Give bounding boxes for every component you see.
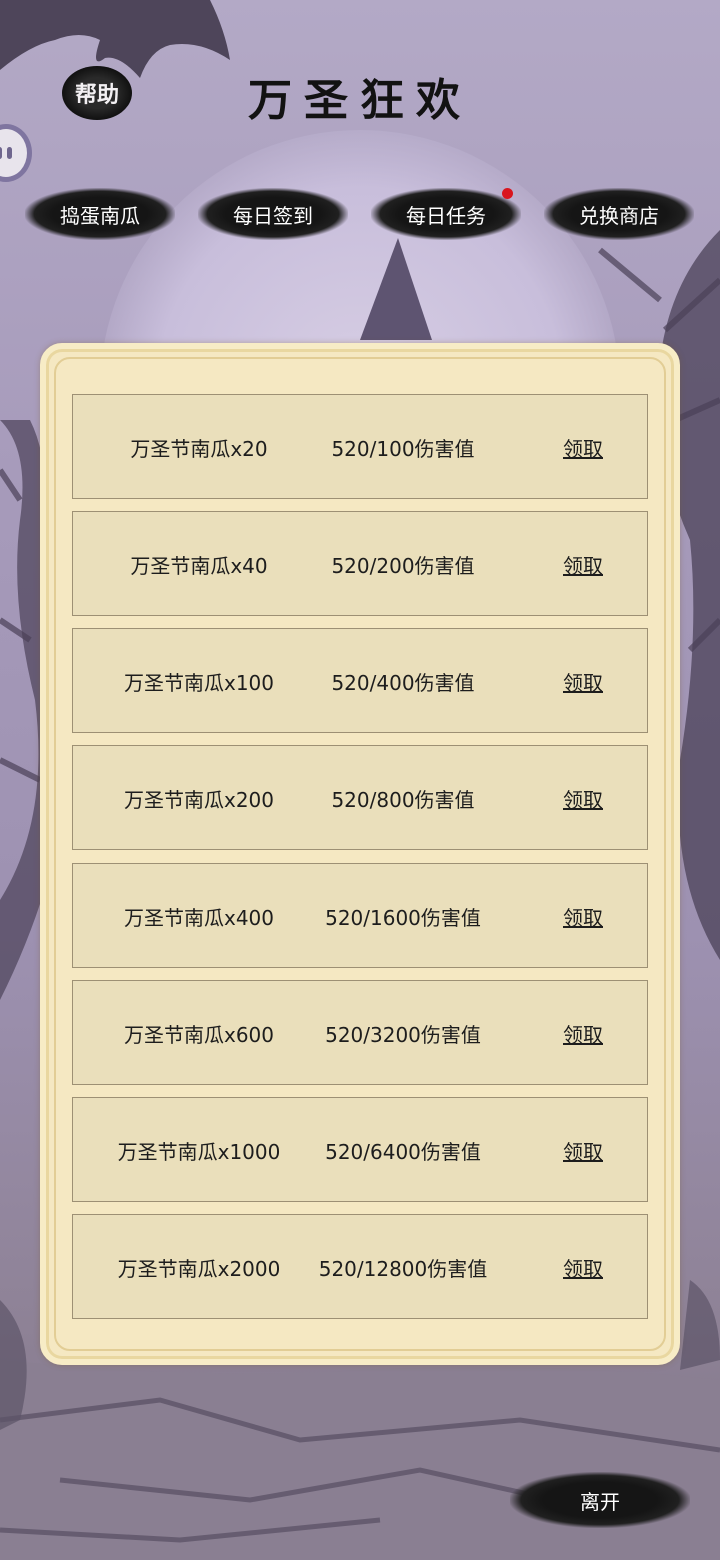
- claim-button[interactable]: 领取: [543, 395, 623, 500]
- claim-button[interactable]: 领取: [543, 1215, 623, 1320]
- reward-row: 万圣节南瓜x40 520/200伤害值 领取: [72, 511, 648, 616]
- notification-dot: [502, 188, 513, 199]
- reward-row: 万圣节南瓜x200 520/800伤害值 领取: [72, 745, 648, 850]
- reward-row: 万圣节南瓜x2000 520/12800伤害值 领取: [72, 1214, 648, 1319]
- claim-button[interactable]: 领取: [543, 864, 623, 969]
- assistant-eye-icon: [7, 147, 12, 159]
- reward-name: 万圣节南瓜x100: [123, 671, 274, 695]
- reward-name: 万圣节南瓜x200: [123, 788, 274, 812]
- reward-row: 万圣节南瓜x100 520/400伤害值 领取: [72, 628, 648, 733]
- tab-daily-tasks[interactable]: 每日任务: [371, 188, 521, 240]
- reward-row: 万圣节南瓜x1000 520/6400伤害值 领取: [72, 1097, 648, 1202]
- tab-pumpkin-prank[interactable]: 捣蛋南瓜: [25, 188, 175, 240]
- reward-name: 万圣节南瓜x1000: [117, 1140, 281, 1164]
- reward-progress: 520/400伤害值: [331, 671, 475, 695]
- reward-progress: 520/800伤害值: [331, 788, 475, 812]
- reward-name: 万圣节南瓜x600: [123, 1023, 274, 1047]
- reward-row: 万圣节南瓜x400 520/1600伤害值 领取: [72, 863, 648, 968]
- tab-daily-checkin[interactable]: 每日签到: [198, 188, 348, 240]
- tab-exchange-shop[interactable]: 兑换商店: [544, 188, 694, 240]
- leave-button[interactable]: 离开: [510, 1472, 690, 1528]
- claim-button[interactable]: 领取: [543, 512, 623, 617]
- reward-row: 万圣节南瓜x600 520/3200伤害值 领取: [72, 980, 648, 1085]
- claim-button[interactable]: 领取: [543, 1098, 623, 1203]
- cracked-ground: [0, 1360, 720, 1560]
- reward-progress: 520/100伤害值: [331, 437, 475, 461]
- reward-progress: 520/6400伤害值: [325, 1140, 481, 1164]
- reward-progress: 520/1600伤害值: [325, 906, 481, 930]
- claim-button[interactable]: 领取: [543, 629, 623, 734]
- reward-progress: 520/12800伤害值: [318, 1257, 488, 1281]
- reward-name: 万圣节南瓜x20: [130, 437, 268, 461]
- reward-row: 万圣节南瓜x20 520/100伤害值 领取: [72, 394, 648, 499]
- reward-progress: 520/3200伤害值: [325, 1023, 481, 1047]
- reward-progress: 520/200伤害值: [331, 554, 475, 578]
- reward-name: 万圣节南瓜x2000: [117, 1257, 281, 1281]
- claim-button[interactable]: 领取: [543, 746, 623, 851]
- tower-roof: [360, 238, 432, 340]
- assistant-eye-icon: [0, 147, 2, 159]
- claim-button[interactable]: 领取: [543, 981, 623, 1086]
- reward-name: 万圣节南瓜x40: [130, 554, 268, 578]
- page-title: 万圣狂欢: [248, 75, 472, 126]
- reward-name: 万圣节南瓜x400: [123, 906, 274, 930]
